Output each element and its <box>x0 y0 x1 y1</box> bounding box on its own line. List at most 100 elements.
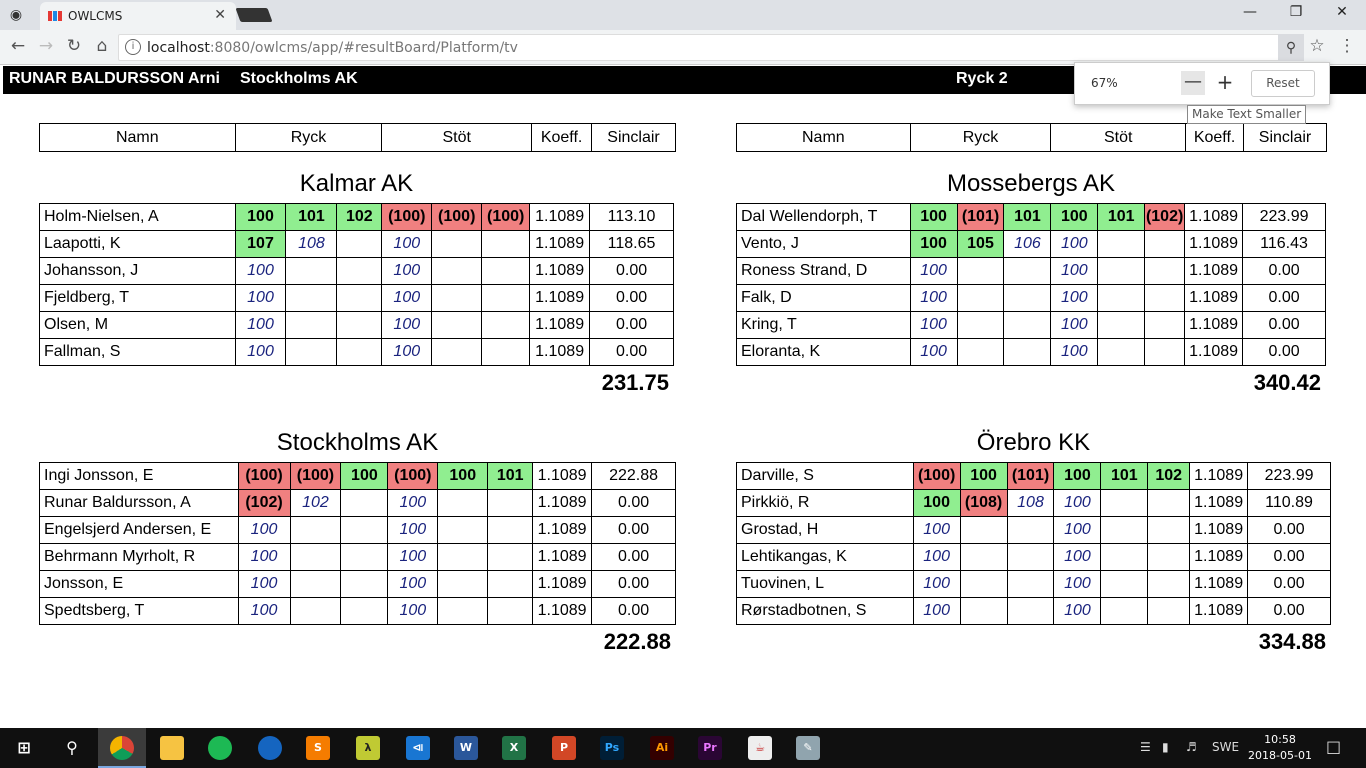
snatch-attempt: 100 <box>909 311 958 339</box>
windows-start-icon[interactable]: ⊞ <box>12 736 36 760</box>
battery-icon[interactable]: ▮ <box>1162 740 1169 754</box>
spotify-icon[interactable] <box>208 736 232 760</box>
minimize-icon[interactable]: — <box>1230 4 1270 24</box>
new-tab-button[interactable] <box>235 8 273 22</box>
snatch-attempt: 100 <box>912 516 961 544</box>
team-table: Dal Wellendorph, T 100 (101) 101 100 101 (102)… <box>736 203 1326 366</box>
athlete-row: Falk, D 100 100 1.1089 0.00 <box>736 284 1326 312</box>
athlete-name: Fallman, S <box>39 338 236 366</box>
network-icon[interactable]: ☰ <box>1140 740 1151 754</box>
athlete-koeff: 1.1089 <box>529 257 591 285</box>
paint-icon[interactable]: ✎ <box>796 736 820 760</box>
snatch-attempt: 100 <box>237 543 291 571</box>
clock[interactable]: 10:58 2018-05-01 <box>1248 732 1312 764</box>
cj-attempt <box>437 597 489 625</box>
athlete-sinclair: 0.00 <box>591 516 676 544</box>
snatch-attempt: 100 <box>912 489 961 517</box>
col-name: Namn <box>39 123 236 152</box>
illustrator-icon[interactable]: Ai <box>650 736 674 760</box>
search-icon[interactable]: ⚲ <box>60 736 84 760</box>
java-icon[interactable]: ☕ <box>748 736 772 760</box>
athlete-row: Olsen, M 100 100 1.1089 0.00 <box>39 311 674 339</box>
cj-attempt <box>487 597 534 625</box>
athlete-row: Grostad, H 100 100 1.1089 0.00 <box>736 516 1331 544</box>
vscode-icon[interactable]: ⧏ <box>406 736 430 760</box>
maps-icon[interactable] <box>258 736 282 760</box>
chrome-icon[interactable] <box>110 736 134 760</box>
athlete-koeff: 1.1089 <box>1189 489 1249 517</box>
reload-icon[interactable]: ↻ <box>62 36 86 58</box>
snatch-attempt: (108) <box>959 489 1008 517</box>
athlete-name: Johansson, J <box>39 257 236 285</box>
cj-attempt <box>1147 597 1191 625</box>
snatch-attempt <box>959 570 1008 598</box>
athlete-name: Fjeldberg, T <box>39 284 236 312</box>
snatch-attempt <box>959 597 1008 625</box>
zoom-in-button[interactable]: + <box>1213 71 1237 95</box>
lambda-icon[interactable]: λ <box>356 736 380 760</box>
athlete-sinclair: 0.00 <box>1242 338 1326 366</box>
close-window-icon[interactable]: ✕ <box>1322 4 1362 24</box>
snatch-attempt: (100) <box>237 462 291 490</box>
athlete-sinclair: 116.43 <box>1242 230 1326 258</box>
snatch-attempt: 101 <box>285 203 338 231</box>
cj-attempt <box>1147 489 1191 517</box>
cj-attempt <box>1097 257 1146 285</box>
excel-icon[interactable]: X <box>502 736 526 760</box>
cj-attempt: (100) <box>481 203 531 231</box>
sublime-icon[interactable]: S <box>306 736 330 760</box>
word-icon[interactable]: W <box>454 736 478 760</box>
powerpoint-icon[interactable]: P <box>552 736 576 760</box>
address-bar[interactable]: i localhost:8080/owlcms/app/#resultBoard… <box>118 34 1304 61</box>
snatch-attempt <box>340 597 389 625</box>
cj-attempt <box>481 230 531 258</box>
cj-attempt: 100 <box>1050 230 1099 258</box>
athlete-sinclair: 0.00 <box>1242 311 1326 339</box>
cj-attempt <box>1100 489 1149 517</box>
photoshop-icon[interactable]: Ps <box>600 736 624 760</box>
forward-icon[interactable]: → <box>34 36 58 58</box>
cj-attempt <box>431 284 483 312</box>
cj-attempt <box>481 257 531 285</box>
cj-attempt <box>1097 230 1146 258</box>
athlete-sinclair: 223.99 <box>1247 462 1331 490</box>
bookmark-star-icon[interactable]: ☆ <box>1306 36 1328 56</box>
athlete-koeff: 1.1089 <box>1184 284 1244 312</box>
snatch-attempt: 100 <box>234 284 287 312</box>
browser-toolbar: ← → ↻ ⌂ i localhost:8080/owlcms/app/#res… <box>0 30 1366 65</box>
athlete-sinclair: 0.00 <box>589 338 674 366</box>
close-tab-icon[interactable]: ✕ <box>214 7 226 23</box>
zoom-reset-button[interactable]: Reset <box>1251 70 1315 97</box>
home-icon[interactable]: ⌂ <box>90 36 114 58</box>
file-explorer-icon[interactable] <box>160 736 184 760</box>
cj-attempt: 101 <box>487 462 534 490</box>
cj-attempt: (100) <box>431 203 483 231</box>
snatch-attempt <box>1003 338 1052 366</box>
snatch-attempt: 102 <box>336 203 383 231</box>
volume-icon[interactable]: ♬ <box>1186 740 1197 754</box>
zoom-icon[interactable]: ⚲ <box>1278 34 1304 61</box>
restore-icon[interactable]: ❐ <box>1276 4 1316 24</box>
athlete-sinclair: 0.00 <box>589 311 674 339</box>
premiere-icon[interactable]: Pr <box>698 736 722 760</box>
browser-menu-icon[interactable]: ⋮ <box>1336 36 1358 56</box>
athlete-sinclair: 0.00 <box>1247 516 1331 544</box>
language-indicator[interactable]: SWE <box>1212 740 1239 754</box>
athlete-row: Lehtikangas, K 100 100 1.1089 0.00 <box>736 543 1331 571</box>
notifications-icon[interactable]: □ <box>1326 737 1341 756</box>
cj-attempt: 100 <box>381 338 433 366</box>
cj-attempt: 100 <box>1053 597 1102 625</box>
cj-attempt <box>1097 338 1146 366</box>
snatch-attempt: 108 <box>285 230 338 258</box>
browser-tab[interactable]: OWLCMS ✕ <box>40 2 236 30</box>
info-icon[interactable]: i <box>125 39 141 55</box>
athlete-row: Laapotti, K 107 108 100 1.1089 118.65 <box>39 230 674 258</box>
athlete-koeff: 1.1089 <box>532 516 593 544</box>
back-icon[interactable]: ← <box>6 36 30 58</box>
athlete-koeff: 1.1089 <box>529 230 591 258</box>
zoom-out-button[interactable]: — <box>1181 71 1205 95</box>
snatch-attempt: (101) <box>1006 462 1055 490</box>
snatch-attempt: 100 <box>234 311 287 339</box>
team-table: Ingi Jonsson, E (100) (100) 100 (100) 100 101 1… <box>39 462 676 625</box>
snatch-attempt <box>336 257 383 285</box>
